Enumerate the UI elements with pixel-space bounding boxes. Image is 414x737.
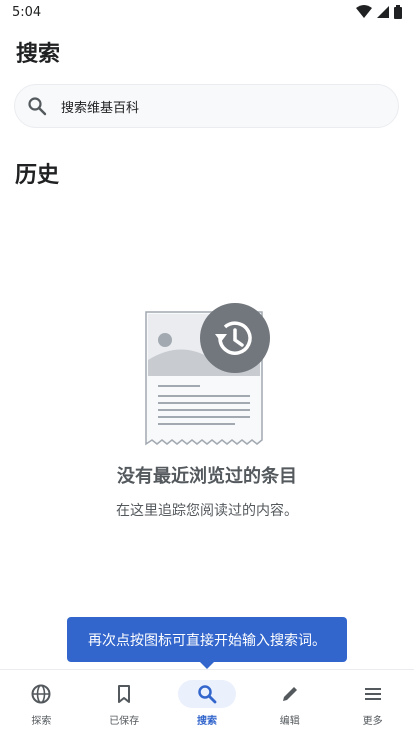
nav-label: 编辑 [279, 716, 300, 727]
nav-label: 已保存 [109, 716, 140, 727]
nav-label: 探索 [31, 716, 52, 727]
pencil-icon [261, 680, 319, 708]
globe-icon [12, 680, 70, 708]
menu-icon [344, 680, 402, 708]
bookmark-icon [95, 680, 153, 708]
search-placeholder: 搜索维基百科 [61, 100, 140, 116]
empty-state-title: 没有最近浏览过的条目 [117, 466, 297, 487]
empty-history-illustration [145, 303, 270, 446]
history-title: 历史 [15, 163, 60, 188]
status-icons [356, 5, 402, 19]
wifi-icon [356, 5, 372, 18]
nav-explore[interactable]: 探索 [0, 670, 83, 737]
page-title: 搜索 [16, 42, 61, 67]
bottom-nav: 探索 已保存 搜索 编辑 更多 [0, 669, 414, 737]
search-bar[interactable]: 搜索维基百科 [14, 84, 399, 128]
search-tooltip: 再次点按图标可直接开始输入搜索词。 [67, 617, 347, 669]
nav-edit[interactable]: 编辑 [248, 670, 331, 737]
tooltip-text: 再次点按图标可直接开始输入搜索词。 [88, 632, 326, 649]
nav-label: 搜索 [196, 716, 217, 727]
status-bar: 5:04 [0, 0, 414, 24]
nav-label: 更多 [362, 716, 383, 727]
signal-icon [377, 6, 389, 18]
search-icon [27, 96, 47, 116]
nav-more[interactable]: 更多 [331, 670, 414, 737]
nav-saved[interactable]: 已保存 [83, 670, 166, 737]
empty-state-subtitle: 在这里追踪您阅读过的内容。 [116, 503, 298, 519]
nav-search[interactable]: 搜索 [166, 670, 249, 737]
status-time: 5:04 [12, 4, 42, 20]
search-icon [177, 680, 236, 708]
battery-icon [394, 5, 402, 19]
